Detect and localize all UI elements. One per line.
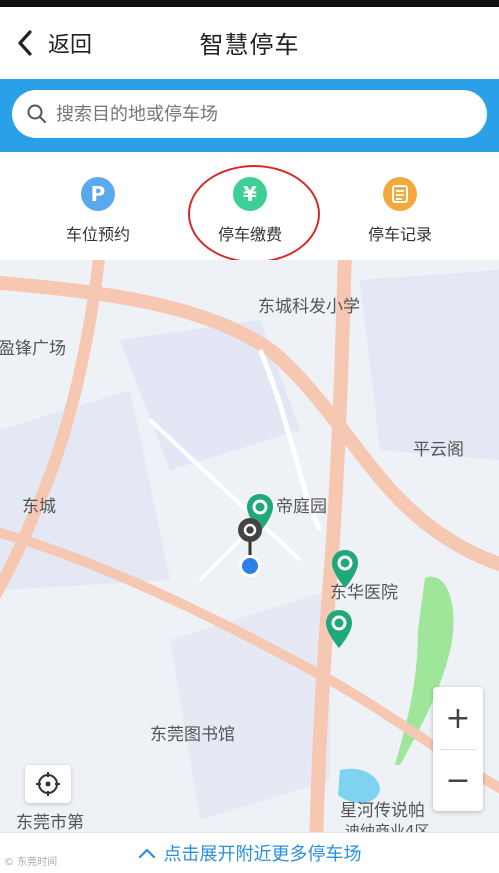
reserve-parking-label: 车位预约 (65, 225, 130, 244)
crosshair-icon (36, 772, 60, 796)
current-location-pin-icon (238, 518, 262, 577)
map-label: 帝庭园 (276, 497, 327, 517)
parking-record-label: 停车记录 (367, 225, 432, 244)
parking-record-button[interactable]: 停车记录 (330, 177, 470, 245)
highlight-circle (188, 165, 320, 263)
chevron-up-icon (138, 848, 155, 859)
watermark: © 东莞时间 (4, 857, 58, 868)
map-label: 东莞图书馆 (150, 725, 235, 745)
nav-bar: 返回 智慧停车 (0, 7, 499, 79)
search-input[interactable] (56, 103, 456, 125)
map-view[interactable]: 东城科发小学 盈锋广场 平云阁 东城 帝庭园 东华医院 东莞图书馆 东莞市第 星… (0, 260, 499, 832)
parking-lot-marker-icon[interactable] (324, 608, 354, 650)
map-label: 东城 (22, 497, 56, 517)
map-label: 东城科发小学 (258, 297, 360, 317)
zoom-in-button[interactable]: + (433, 687, 483, 749)
zoom-divider (441, 749, 475, 750)
status-bar (0, 0, 499, 7)
parking-icon: P (81, 177, 115, 211)
record-icon (383, 177, 417, 211)
zoom-control: + − (433, 687, 483, 811)
search-box[interactable] (12, 90, 487, 138)
parking-lot-marker-icon[interactable] (330, 548, 360, 590)
locate-me-button[interactable] (25, 765, 71, 803)
map-label: 东莞市第 (16, 813, 84, 832)
page-title: 智慧停车 (199, 31, 300, 59)
search-bar-container (0, 79, 499, 152)
expand-more-parking-bar[interactable]: 点击展开附近更多停车场 (0, 832, 499, 873)
map-label: 平云阁 (413, 440, 464, 460)
map-label: 迪纳商业4区 (345, 822, 430, 832)
map-label: 盈锋广场 (0, 339, 66, 359)
expand-more-label: 点击展开附近更多停车场 (163, 844, 362, 865)
zoom-out-button[interactable]: − (433, 749, 483, 811)
search-icon (27, 104, 46, 123)
map-label: 星河传说帕 (340, 801, 425, 821)
reserve-parking-button[interactable]: P 车位预约 (28, 177, 168, 245)
